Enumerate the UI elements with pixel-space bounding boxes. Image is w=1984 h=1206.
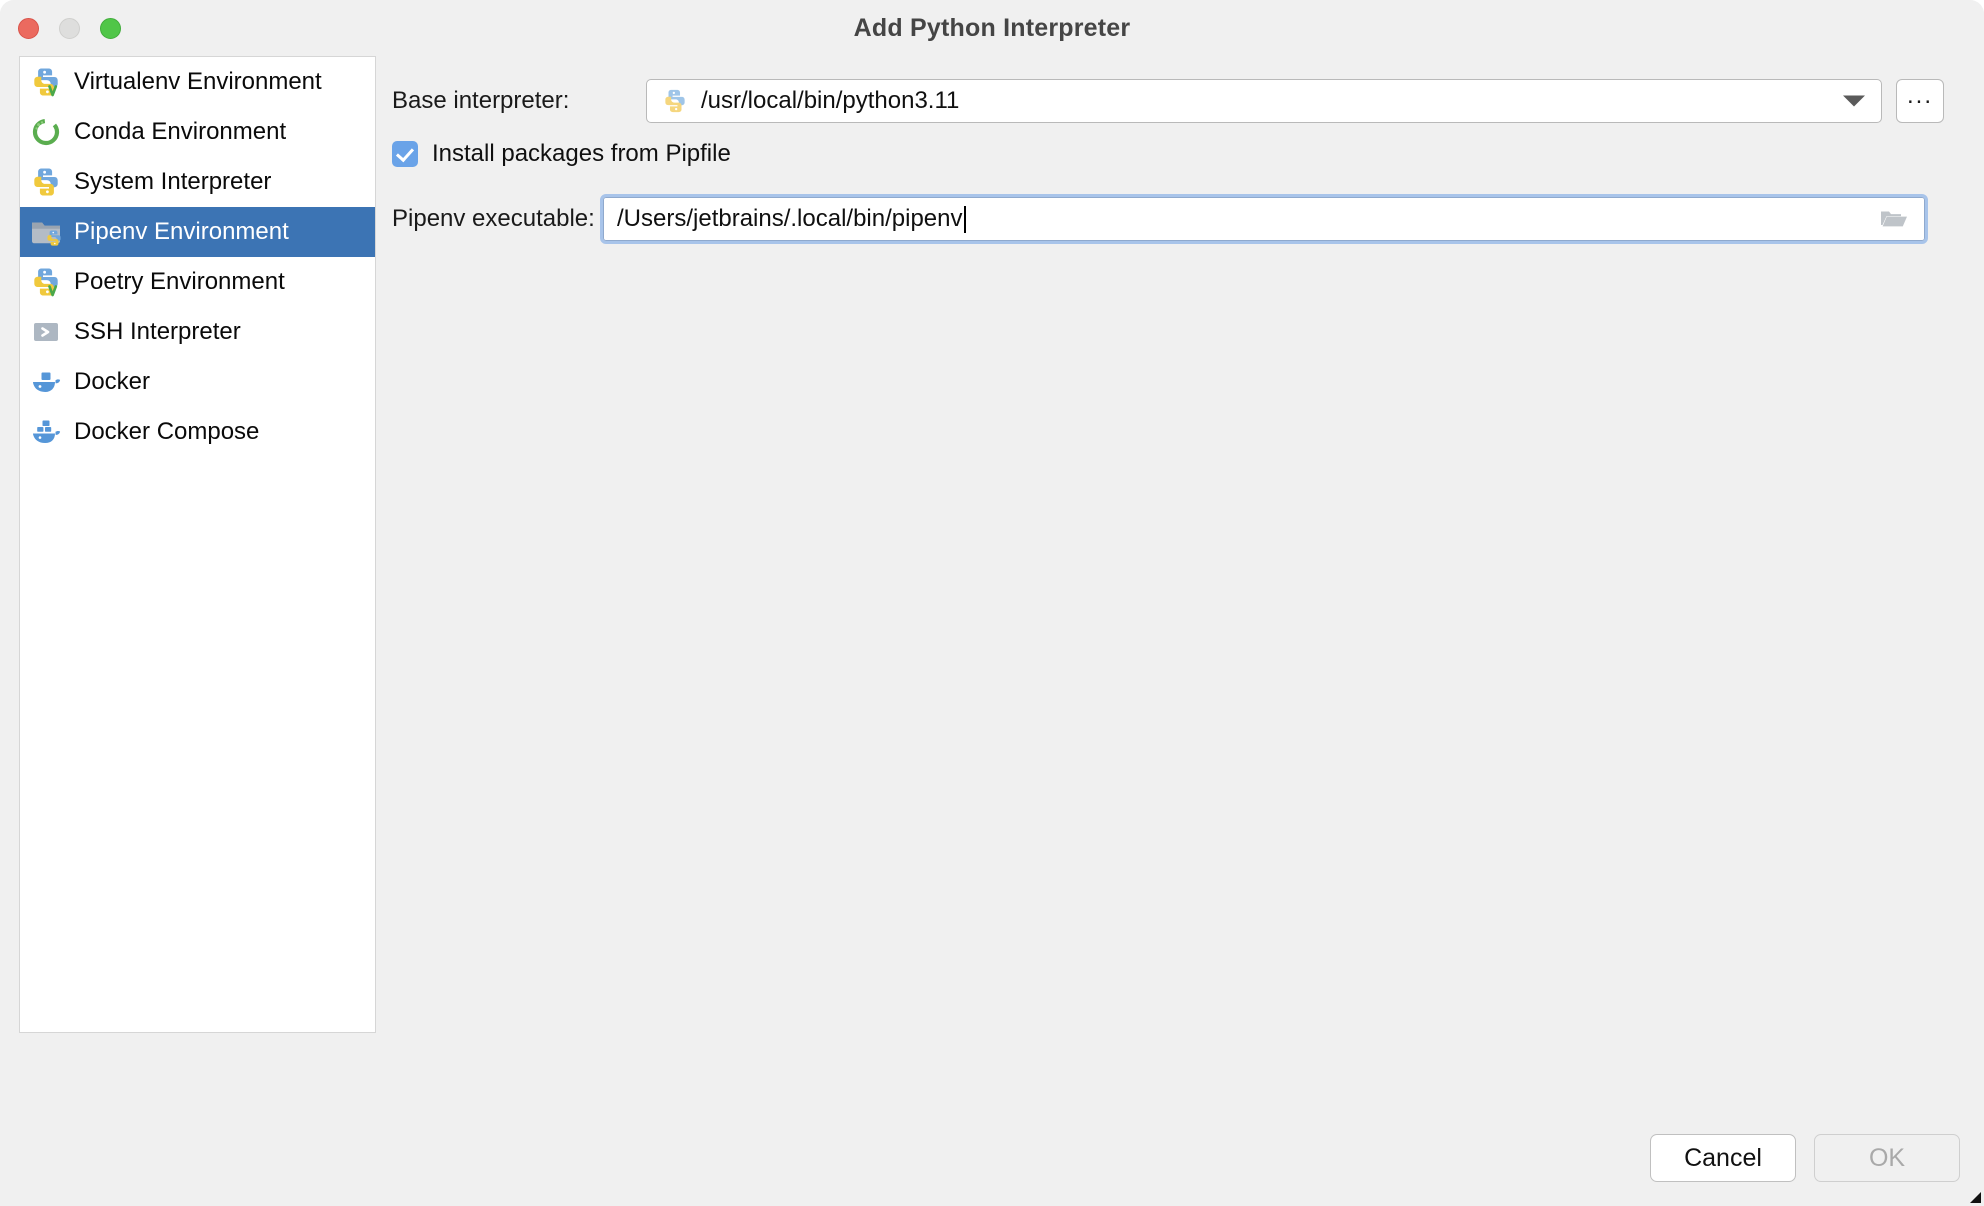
conda-ring-icon [29, 115, 63, 149]
cancel-button[interactable]: Cancel [1650, 1134, 1796, 1182]
text-caret [963, 205, 966, 233]
base-interpreter-combobox[interactable]: /usr/local/bin/python3.11 [646, 79, 1882, 123]
sidebar-item-virtualenv-environment[interactable]: Virtualenv Environment [20, 57, 375, 107]
python-venv-icon [29, 65, 63, 99]
sidebar-item-docker[interactable]: Docker [20, 357, 375, 407]
sidebar-item-label: Docker Compose [74, 418, 260, 445]
python-icon [661, 87, 689, 115]
sidebar-item-poetry-environment[interactable]: Poetry Environment [20, 257, 375, 307]
install-packages-row[interactable]: Install packages from Pipfile [392, 140, 731, 168]
pipenv-settings-pane: Base interpreter: /usr/local/bin/python3… [392, 56, 1984, 1206]
docker-compose-whale-icon [29, 415, 63, 449]
browse-base-interpreter-button[interactable]: ... [1896, 79, 1944, 123]
sidebar-item-label: Pipenv Environment [74, 218, 289, 245]
folder-open-icon[interactable] [1880, 208, 1908, 230]
sidebar-item-ssh-interpreter[interactable]: SSH Interpreter [20, 307, 375, 357]
sidebar-item-label: Poetry Environment [74, 268, 285, 295]
dialog-buttons: Cancel OK [1650, 1134, 1960, 1182]
ellipsis-icon: ... [1906, 82, 1933, 109]
interpreter-type-list[interactable]: Virtualenv Environment Conda Environment [19, 56, 376, 1033]
pipenv-folder-python-icon [29, 215, 63, 249]
sidebar-item-label: System Interpreter [74, 168, 272, 195]
sidebar-item-label: Virtualenv Environment [74, 68, 322, 95]
titlebar: Add Python Interpreter [0, 0, 1984, 56]
install-packages-label: Install packages from Pipfile [432, 140, 731, 167]
ssh-chevron-icon [29, 315, 63, 349]
python-icon [29, 165, 63, 199]
pipenv-executable-row: Pipenv executable: /Users/jetbrains/.loc… [392, 194, 1928, 244]
python-venv-icon [29, 265, 63, 299]
docker-whale-icon [29, 365, 63, 399]
sidebar-item-label: Docker [74, 368, 151, 395]
install-packages-checkbox[interactable] [392, 141, 418, 167]
sidebar-item-conda-environment[interactable]: Conda Environment [20, 107, 375, 157]
pipenv-executable-value: /Users/jetbrains/.local/bin/pipenv [617, 205, 963, 232]
base-interpreter-label: Base interpreter: [392, 87, 570, 114]
add-python-interpreter-dialog: Add Python Interpreter Virtualenv Enviro… [0, 0, 1984, 1206]
base-interpreter-value: /usr/local/bin/python3.11 [701, 87, 960, 114]
sidebar-item-label: Conda Environment [74, 118, 287, 145]
ok-button: OK [1814, 1134, 1960, 1182]
chevron-down-icon[interactable] [1843, 95, 1865, 107]
pipenv-executable-input[interactable]: /Users/jetbrains/.local/bin/pipenv [600, 194, 1928, 244]
sidebar-item-pipenv-environment[interactable]: Pipenv Environment [20, 207, 375, 257]
pipenv-executable-label: Pipenv executable: [392, 205, 595, 232]
sidebar-item-docker-compose[interactable]: Docker Compose [20, 407, 375, 457]
dialog-title: Add Python Interpreter [853, 14, 1131, 42]
sidebar-item-system-interpreter[interactable]: System Interpreter [20, 157, 375, 207]
sidebar-item-label: SSH Interpreter [74, 318, 241, 345]
resize-grip[interactable] [1966, 1188, 1982, 1204]
base-interpreter-row: Base interpreter: /usr/local/bin/python3… [392, 79, 1944, 123]
